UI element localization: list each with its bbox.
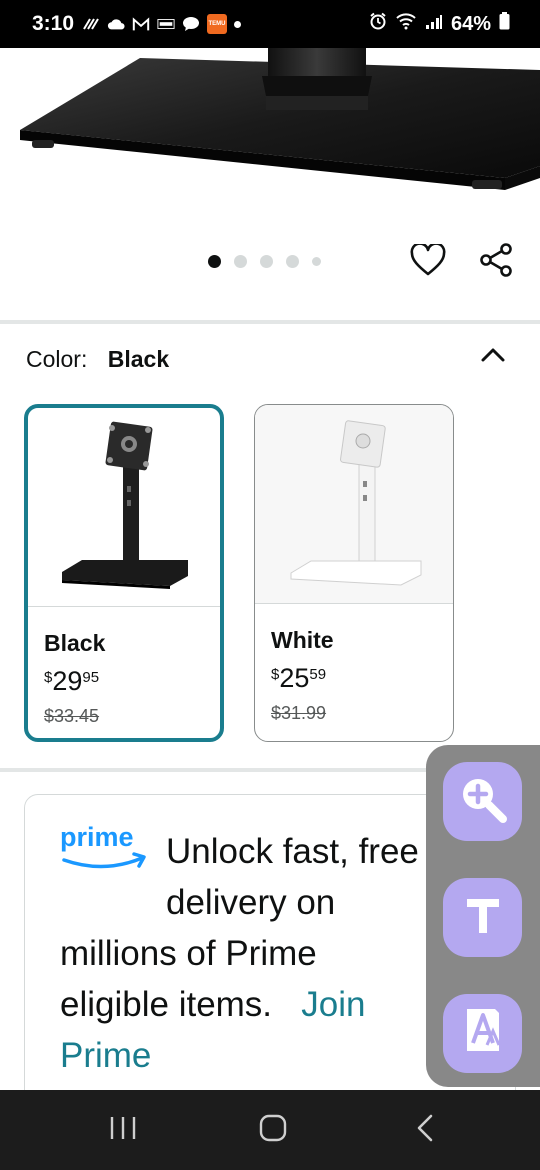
color-option-list-price: $33.45 bbox=[44, 706, 100, 726]
wifi-icon bbox=[395, 12, 417, 36]
selected-color: Black bbox=[107, 346, 170, 372]
magnifier-button[interactable] bbox=[443, 762, 522, 841]
carousel-dot[interactable] bbox=[260, 255, 273, 268]
notification-icons: TEMU bbox=[82, 14, 241, 34]
temu-icon bbox=[157, 16, 175, 33]
signal-icon bbox=[425, 13, 443, 36]
heart-icon bbox=[410, 241, 446, 281]
color-selector-header[interactable]: Color: Black bbox=[26, 346, 169, 373]
carousel-dot[interactable] bbox=[286, 255, 299, 268]
back-icon bbox=[415, 1113, 435, 1148]
magnifier-icon bbox=[457, 773, 509, 830]
color-label: Color: bbox=[26, 346, 88, 372]
gmail-icon bbox=[132, 16, 150, 33]
color-option-list-price: $31.99 bbox=[271, 703, 327, 723]
text-size-icon bbox=[459, 891, 507, 944]
color-option-name: White bbox=[271, 627, 334, 653]
text-size-button[interactable] bbox=[443, 878, 522, 957]
back-button[interactable] bbox=[380, 1090, 470, 1170]
home-icon bbox=[258, 1113, 288, 1148]
recents-button[interactable] bbox=[78, 1090, 168, 1170]
system-status: 64% bbox=[369, 12, 510, 36]
carousel-indicator bbox=[208, 255, 321, 268]
color-option-price: $2995 bbox=[44, 666, 100, 696]
temu-icon: TEMU bbox=[207, 14, 227, 34]
chat-icon bbox=[182, 16, 200, 33]
color-option-image bbox=[255, 405, 453, 603]
share-button[interactable] bbox=[474, 240, 518, 284]
carousel-dot[interactable] bbox=[234, 255, 247, 268]
prime-message: Unlock fast, free delivery on millions o… bbox=[60, 832, 419, 1075]
status-time: 3:10 bbox=[32, 12, 75, 35]
dot-icon bbox=[234, 20, 241, 28]
system-nav-bar bbox=[0, 1090, 540, 1170]
product-image[interactable] bbox=[0, 48, 540, 228]
battery-icon bbox=[499, 12, 510, 36]
section-divider bbox=[0, 320, 540, 324]
color-option-price: $2559 bbox=[271, 663, 327, 693]
swatch-divider bbox=[255, 603, 453, 604]
battery-text: 64% bbox=[450, 12, 491, 35]
color-option-image bbox=[28, 408, 220, 606]
font-contrast-button[interactable] bbox=[443, 994, 522, 1073]
home-button[interactable] bbox=[228, 1090, 318, 1170]
status-bar: 3:10 TEMU 64% bbox=[0, 0, 540, 48]
wishlist-button[interactable] bbox=[406, 240, 450, 284]
cloud-icon bbox=[107, 16, 125, 33]
chevron-up-icon[interactable] bbox=[478, 340, 508, 370]
wifi-calling-icon bbox=[82, 16, 100, 33]
recents-icon bbox=[108, 1115, 138, 1146]
share-icon bbox=[478, 242, 514, 283]
alarm-icon bbox=[369, 12, 387, 36]
color-option-white[interactable]: White $2559 $31.99 bbox=[254, 404, 454, 742]
swatch-divider bbox=[28, 606, 220, 607]
font-contrast-icon bbox=[459, 1005, 507, 1062]
carousel-dot[interactable] bbox=[208, 255, 221, 268]
color-option-name: Black bbox=[44, 630, 106, 656]
color-option-black[interactable]: Black $2995 $33.45 bbox=[24, 404, 224, 742]
carousel-dot[interactable] bbox=[312, 257, 321, 266]
